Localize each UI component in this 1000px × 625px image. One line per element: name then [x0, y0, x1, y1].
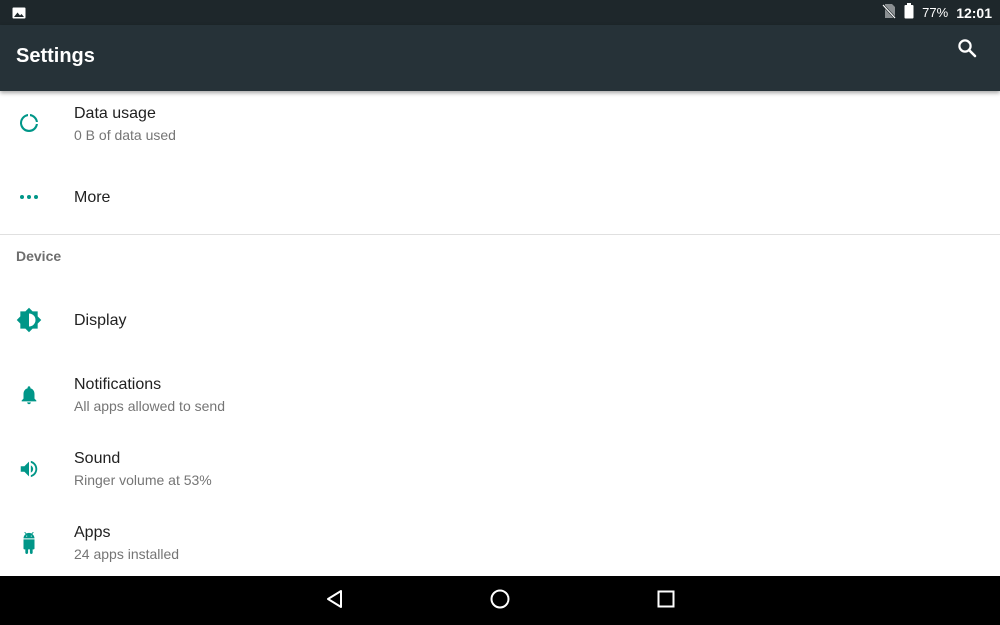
volume-icon: [16, 456, 42, 482]
category-header-device: Device: [16, 248, 62, 264]
android-icon: [16, 530, 42, 556]
page-title: Settings: [16, 45, 95, 67]
status-bar: 77% 12:01: [0, 0, 1000, 25]
navigation-bar: [0, 576, 1000, 625]
data-usage-icon: [16, 110, 42, 136]
settings-item-data-usage[interactable]: Data usage 0 B of data used: [0, 91, 1000, 163]
more-horiz-icon: [16, 184, 42, 210]
item-title: Data usage: [74, 105, 156, 122]
app-bar: Settings: [0, 25, 1000, 91]
battery-level: 77%: [922, 5, 949, 20]
settings-item-display[interactable]: Display: [0, 286, 1000, 356]
item-title: More: [74, 189, 111, 206]
item-title: Display: [74, 312, 127, 329]
recents-icon: [657, 590, 675, 613]
bell-icon: [16, 382, 42, 408]
image-icon: [12, 6, 26, 19]
back-icon: [325, 589, 345, 614]
divider: [0, 234, 1000, 235]
item-subtitle: 0 B of data used: [74, 127, 176, 143]
recents-button[interactable]: [651, 586, 681, 616]
item-subtitle: All apps allowed to send: [74, 398, 225, 414]
settings-item-more[interactable]: More: [0, 163, 1000, 233]
home-icon: [489, 588, 511, 615]
home-button[interactable]: [485, 586, 515, 616]
back-button[interactable]: [320, 586, 350, 616]
brightness-icon: [16, 307, 42, 333]
settings-item-notifications[interactable]: Notifications All apps allowed to send: [0, 356, 1000, 430]
battery-icon: [904, 3, 914, 22]
search-button[interactable]: [950, 33, 984, 67]
clock: 12:01: [956, 4, 992, 21]
item-subtitle: Ringer volume at 53%: [74, 472, 212, 488]
settings-list: Data usage 0 B of data used More Device …: [0, 91, 1000, 576]
item-title: Notifications: [74, 376, 162, 393]
search-icon: [957, 38, 977, 63]
settings-item-apps[interactable]: Apps 24 apps installed: [0, 504, 1000, 576]
settings-item-sound[interactable]: Sound Ringer volume at 53%: [0, 430, 1000, 504]
item-title: Sound: [74, 450, 121, 467]
item-title: Apps: [74, 524, 111, 541]
item-subtitle: 24 apps installed: [74, 546, 180, 562]
no-sim-icon: [882, 3, 897, 22]
